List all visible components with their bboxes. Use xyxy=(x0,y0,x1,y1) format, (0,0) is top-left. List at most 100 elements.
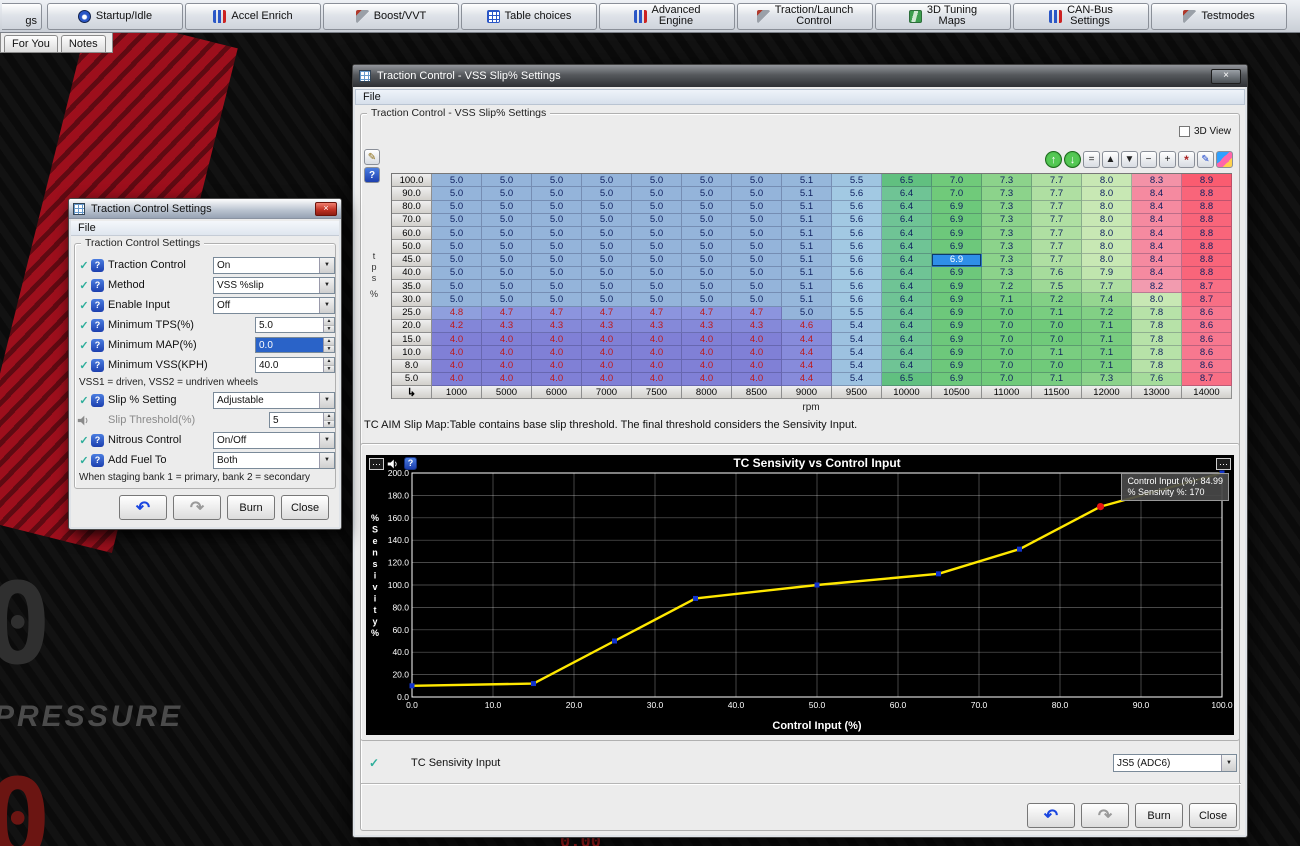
table-cell[interactable]: 7.0 xyxy=(982,333,1032,346)
table-cell[interactable]: 7.1 xyxy=(1082,320,1132,333)
row-label[interactable]: 5.0 xyxy=(392,373,432,386)
row-label[interactable]: 100.0 xyxy=(392,174,432,187)
row-label[interactable]: 40.0 xyxy=(392,267,432,280)
table-cell[interactable]: 5.0 xyxy=(682,201,732,214)
table-cell[interactable]: 5.0 xyxy=(582,267,632,280)
table-cell[interactable]: 5.6 xyxy=(832,293,882,306)
table-cell[interactable]: 7.7 xyxy=(1032,254,1082,267)
table-cell[interactable]: 4.0 xyxy=(632,333,682,346)
table-cell[interactable]: 5.6 xyxy=(832,227,882,240)
help-icon[interactable]: ? xyxy=(91,339,104,352)
table-cell[interactable]: 8.8 xyxy=(1182,267,1232,280)
table-cell[interactable]: 7.6 xyxy=(1132,373,1182,386)
table-cell[interactable]: 7.8 xyxy=(1132,307,1182,320)
enable-input-dropdown[interactable]: Off▼ xyxy=(213,297,335,314)
table-cell[interactable]: 4.0 xyxy=(632,346,682,359)
table-cell[interactable]: 8.8 xyxy=(1182,227,1232,240)
toolbar-button-table-choices[interactable]: Table choices xyxy=(461,3,597,30)
table-cell[interactable]: 4.6 xyxy=(782,320,832,333)
slip-threshold-spinner[interactable]: 5▲▼ xyxy=(269,412,335,428)
table-cell[interactable]: 8.6 xyxy=(1182,307,1232,320)
table-cell[interactable]: 5.0 xyxy=(432,227,482,240)
table-cell[interactable]: 5.0 xyxy=(482,293,532,306)
table-cell[interactable]: 7.3 xyxy=(982,267,1032,280)
table-cell[interactable]: 4.0 xyxy=(632,360,682,373)
table-cell[interactable]: 5.0 xyxy=(432,254,482,267)
table-cell[interactable]: 7.3 xyxy=(982,214,1032,227)
table-cell[interactable]: 5.0 xyxy=(632,240,682,253)
table-cell[interactable]: 5.5 xyxy=(832,307,882,320)
table-cell[interactable]: 5.0 xyxy=(732,227,782,240)
table-cell[interactable]: 8.2 xyxy=(1132,280,1182,293)
table-cell[interactable]: 5.0 xyxy=(732,267,782,280)
col-label[interactable]: 12000 xyxy=(1082,386,1132,399)
table-cell[interactable]: 5.0 xyxy=(582,240,632,253)
table-cell[interactable]: 5.0 xyxy=(632,254,682,267)
toolbar-button-traction-launch-control[interactable]: Traction/LaunchControl xyxy=(737,3,873,30)
row-label[interactable]: 15.0 xyxy=(392,333,432,346)
table-cell[interactable]: 8.0 xyxy=(1082,254,1132,267)
table-cell[interactable]: 5.0 xyxy=(682,240,732,253)
table-cell[interactable]: 4.0 xyxy=(682,360,732,373)
chart-help-icon[interactable]: ? xyxy=(404,457,417,470)
table-cell[interactable]: 7.3 xyxy=(982,187,1032,200)
table-cell[interactable]: 5.0 xyxy=(482,254,532,267)
table-cell[interactable]: 7.7 xyxy=(1032,227,1082,240)
table-cell[interactable]: 5.0 xyxy=(482,267,532,280)
table-cell[interactable]: 5.4 xyxy=(832,333,882,346)
table-cell[interactable]: 5.0 xyxy=(632,174,682,187)
table-cell[interactable]: 4.0 xyxy=(482,373,532,386)
add-button[interactable]: + xyxy=(1159,151,1176,168)
close-icon[interactable]: × xyxy=(315,202,337,216)
col-label[interactable]: 10500 xyxy=(932,386,982,399)
cell-decrease-button[interactable]: ↓ xyxy=(1064,151,1081,168)
table-cell[interactable]: 5.0 xyxy=(682,267,732,280)
undo-button[interactable]: ↶ xyxy=(119,495,167,520)
table-cell[interactable]: 6.9 xyxy=(932,214,982,227)
table-cell[interactable]: 5.0 xyxy=(632,201,682,214)
table-cell[interactable]: 5.0 xyxy=(482,201,532,214)
table-cell[interactable]: 8.8 xyxy=(1182,201,1232,214)
method-dropdown[interactable]: VSS %slip▼ xyxy=(213,277,335,294)
redo-button[interactable]: ↷ xyxy=(173,495,221,520)
table-cell[interactable]: 7.2 xyxy=(982,280,1032,293)
window-titlebar[interactable]: Traction Control - VSS Slip% Settings × xyxy=(353,65,1247,87)
table-cell[interactable]: 7.0 xyxy=(1032,333,1082,346)
table-cell[interactable]: 4.4 xyxy=(782,360,832,373)
table-cell[interactable]: 8.0 xyxy=(1082,187,1132,200)
table-cell[interactable]: 8.0 xyxy=(1082,227,1132,240)
table-cell[interactable]: 5.0 xyxy=(432,280,482,293)
table-cell[interactable]: 7.0 xyxy=(982,346,1032,359)
table-cell[interactable]: 5.0 xyxy=(582,280,632,293)
table-cell[interactable]: 8.8 xyxy=(1182,187,1232,200)
table-cell[interactable]: 8.0 xyxy=(1082,214,1132,227)
table-cell[interactable]: 7.3 xyxy=(982,240,1032,253)
table-cell[interactable]: 5.6 xyxy=(832,187,882,200)
table-cell[interactable]: 4.0 xyxy=(732,346,782,359)
table-cell[interactable]: 5.0 xyxy=(682,293,732,306)
table-cell[interactable]: 8.7 xyxy=(1182,293,1232,306)
table-cell[interactable]: 6.4 xyxy=(882,227,932,240)
table-cell[interactable]: 5.0 xyxy=(432,293,482,306)
row-label[interactable]: 90.0 xyxy=(392,187,432,200)
toolbar-button-advanced-engine[interactable]: AdvancedEngine xyxy=(599,3,735,30)
table-cell[interactable]: 4.0 xyxy=(732,360,782,373)
table-cell[interactable]: 7.4 xyxy=(1082,293,1132,306)
table-cell[interactable]: 5.0 xyxy=(582,254,632,267)
table-cell[interactable]: 4.7 xyxy=(482,307,532,320)
table-cell[interactable]: 4.3 xyxy=(632,320,682,333)
table-cell[interactable]: 7.5 xyxy=(1032,280,1082,293)
table-cell[interactable]: 6.9 xyxy=(932,227,982,240)
table-cell[interactable]: 5.0 xyxy=(632,280,682,293)
table-cell[interactable]: 4.4 xyxy=(782,346,832,359)
view-3d-toggle[interactable]: 3D View xyxy=(1179,126,1231,137)
table-cell[interactable]: 5.0 xyxy=(632,187,682,200)
table-cell[interactable]: 7.0 xyxy=(1032,320,1082,333)
multiply-button[interactable]: * xyxy=(1178,151,1195,168)
table-cell[interactable]: 5.0 xyxy=(682,214,732,227)
help-icon[interactable]: ? xyxy=(91,394,104,407)
table-cell[interactable]: 5.1 xyxy=(782,254,832,267)
redo-button[interactable]: ↷ xyxy=(1081,803,1129,828)
table-cell[interactable]: 6.4 xyxy=(882,254,932,267)
col-label[interactable]: 14000 xyxy=(1182,386,1232,399)
